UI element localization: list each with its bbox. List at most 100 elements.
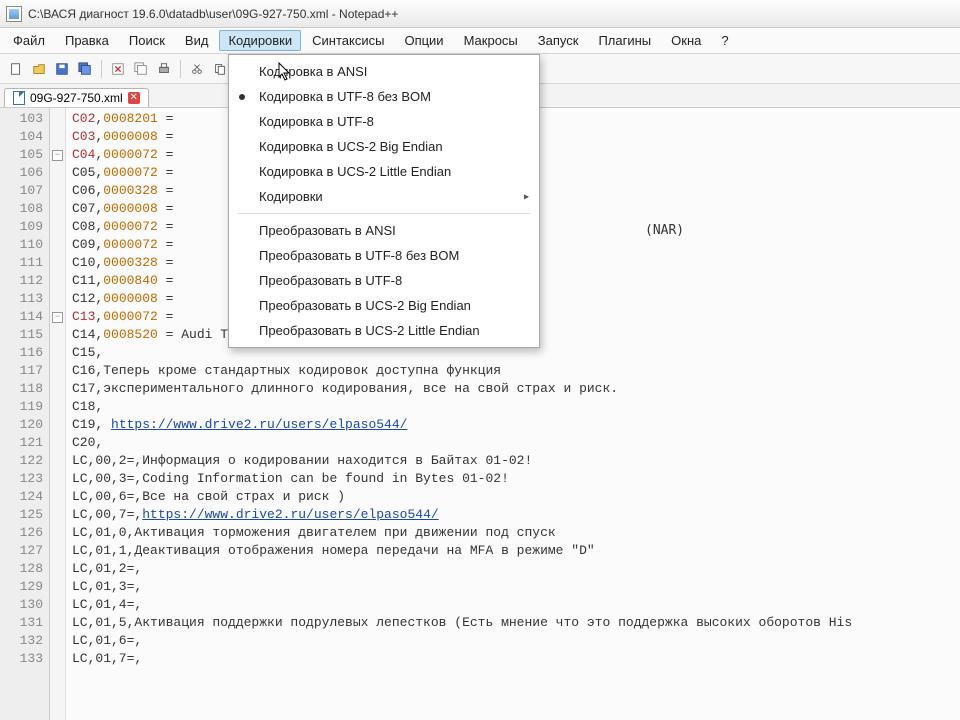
code-token: C04 xyxy=(72,147,95,162)
code-line[interactable]: LC,01,0,Активация торможения двигателем … xyxy=(72,524,852,542)
code-token: LC,00,3=,Coding Information can be found… xyxy=(72,471,509,486)
code-token: 0000072 xyxy=(103,147,158,162)
menu-item-окна[interactable]: Окна xyxy=(662,30,710,51)
fold-spacer xyxy=(50,506,65,524)
fold-spacer xyxy=(50,128,65,146)
menu-item[interactable]: Преобразовать в UTF-8 без BOM xyxy=(229,243,539,268)
cut-icon[interactable] xyxy=(187,59,207,79)
code-line[interactable]: LC,01,7=, xyxy=(72,650,852,668)
menu-item-синтаксисы[interactable]: Синтаксисы xyxy=(303,30,393,51)
line-number: 128 xyxy=(2,560,43,578)
line-number: 122 xyxy=(2,452,43,470)
code-token: C17,экспериментального длинного кодирова… xyxy=(72,381,618,396)
code-token: C03 xyxy=(72,129,95,144)
menu-item[interactable]: Кодировки▸ xyxy=(229,184,539,209)
menu-item-запуск[interactable]: Запуск xyxy=(529,30,588,51)
code-token: = xyxy=(158,291,174,306)
code-line[interactable]: LC,00,7=,https://www.drive2.ru/users/elp… xyxy=(72,506,852,524)
menu-item[interactable]: Преобразовать в ANSI xyxy=(229,218,539,243)
code-token: C19, xyxy=(72,417,111,432)
menu-item-label: Преобразовать в UCS-2 Little Endian xyxy=(259,323,480,338)
menu-item-label: Преобразовать в UTF-8 без BOM xyxy=(259,248,459,263)
code-token: LC,01,1,Деактивация отображения номера п… xyxy=(72,543,595,558)
code-line[interactable]: LC,01,4=, xyxy=(72,596,852,614)
menu-item-опции[interactable]: Опции xyxy=(395,30,452,51)
menu-item-файл[interactable]: Файл xyxy=(4,30,54,51)
save-all-icon[interactable] xyxy=(75,59,95,79)
code-line[interactable]: LC,01,5,Активация поддержки подрулевых л… xyxy=(72,614,852,632)
code-token: LC,01,7=, xyxy=(72,651,142,666)
fold-toggle-icon[interactable] xyxy=(50,308,65,326)
save-icon[interactable] xyxy=(52,59,72,79)
open-file-icon[interactable] xyxy=(29,59,49,79)
line-number: 132 xyxy=(2,632,43,650)
menu-item[interactable]: Преобразовать в UCS-2 Little Endian xyxy=(229,318,539,343)
new-file-icon[interactable] xyxy=(6,59,26,79)
code-line[interactable]: LC,00,2=,Информация о кодировании находи… xyxy=(72,452,852,470)
fold-toggle-icon[interactable] xyxy=(50,146,65,164)
code-token: = xyxy=(158,201,174,216)
menu-item-label: Преобразовать в UCS-2 Big Endian xyxy=(259,298,471,313)
code-line[interactable]: C20, xyxy=(72,434,852,452)
fold-spacer xyxy=(50,470,65,488)
menu-item[interactable]: Преобразовать в UCS-2 Big Endian xyxy=(229,293,539,318)
code-line[interactable]: LC,01,6=, xyxy=(72,632,852,650)
menu-item[interactable]: Кодировка в UTF-8 xyxy=(229,109,539,134)
code-line[interactable]: LC,00,6=,Все на свой страх и риск ) xyxy=(72,488,852,506)
menu-item-плагины[interactable]: Плагины xyxy=(589,30,660,51)
line-number: 104 xyxy=(2,128,43,146)
file-tab[interactable]: 09G-927-750.xml ✕ xyxy=(4,88,149,107)
code-line[interactable]: C17,экспериментального длинного кодирова… xyxy=(72,380,852,398)
code-line[interactable]: LC,01,1,Деактивация отображения номера п… xyxy=(72,542,852,560)
tab-close-icon[interactable]: ✕ xyxy=(128,92,140,104)
menu-item[interactable]: Кодировка в UCS-2 Little Endian xyxy=(229,159,539,184)
code-line[interactable]: C19, https://www.drive2.ru/users/elpaso5… xyxy=(72,416,852,434)
code-token: C09 xyxy=(72,237,95,252)
menu-item-label: Кодировки xyxy=(259,189,323,204)
fold-spacer xyxy=(50,254,65,272)
code-token: 0000072 xyxy=(103,237,158,252)
menu-item-?[interactable]: ? xyxy=(712,30,737,51)
close-all-icon[interactable] xyxy=(131,59,151,79)
code-token: = xyxy=(158,219,174,234)
code-line[interactable]: LC,00,3=,Coding Information can be found… xyxy=(72,470,852,488)
menu-item[interactable]: Кодировка в ANSI xyxy=(229,59,539,84)
fold-gutter[interactable] xyxy=(50,108,66,720)
code-line[interactable]: C18, xyxy=(72,398,852,416)
copy-icon[interactable] xyxy=(210,59,230,79)
line-number: 124 xyxy=(2,488,43,506)
close-icon[interactable] xyxy=(108,59,128,79)
fold-spacer xyxy=(50,542,65,560)
fold-spacer xyxy=(50,236,65,254)
menu-item-вид[interactable]: Вид xyxy=(176,30,218,51)
menu-item[interactable]: Преобразовать в UTF-8 xyxy=(229,268,539,293)
menu-bar: ФайлПравкаПоискВидКодировкиСинтаксисыОпц… xyxy=(0,28,960,54)
line-number: 121 xyxy=(2,434,43,452)
code-token: = xyxy=(158,255,174,270)
line-number: 129 xyxy=(2,578,43,596)
print-icon[interactable] xyxy=(154,59,174,79)
menu-item-кодировки[interactable]: Кодировки xyxy=(219,30,301,51)
document-icon xyxy=(13,91,25,105)
menu-item-label: Кодировка в UTF-8 xyxy=(259,114,374,129)
line-number: 125 xyxy=(2,506,43,524)
line-number-gutter: 1031041051061071081091101111121131141151… xyxy=(0,108,50,720)
toolbar-separator xyxy=(180,60,181,78)
encoding-dropdown-menu: Кодировка в ANSIКодировка в UTF-8 без BO… xyxy=(228,54,540,348)
code-token: https://www.drive2.ru/users/elpaso544/ xyxy=(142,507,438,522)
code-token: C14 xyxy=(72,327,95,342)
code-line[interactable]: LC,01,3=, xyxy=(72,578,852,596)
menu-item[interactable]: Кодировка в UTF-8 без BOM xyxy=(229,84,539,109)
menu-item-правка[interactable]: Правка xyxy=(56,30,118,51)
menu-item-макросы[interactable]: Макросы xyxy=(455,30,527,51)
code-token: C20, xyxy=(72,435,103,450)
line-number: 120 xyxy=(2,416,43,434)
menu-item-label: Преобразовать в ANSI xyxy=(259,223,396,238)
line-number: 130 xyxy=(2,596,43,614)
code-token: LC,01,4=, xyxy=(72,597,142,612)
menu-item-поиск[interactable]: Поиск xyxy=(120,30,174,51)
code-line[interactable]: C16,Теперь кроме стандартных кодировок д… xyxy=(72,362,852,380)
tab-label: 09G-927-750.xml xyxy=(30,91,123,105)
code-line[interactable]: LC,01,2=, xyxy=(72,560,852,578)
menu-item[interactable]: Кодировка в UCS-2 Big Endian xyxy=(229,134,539,159)
